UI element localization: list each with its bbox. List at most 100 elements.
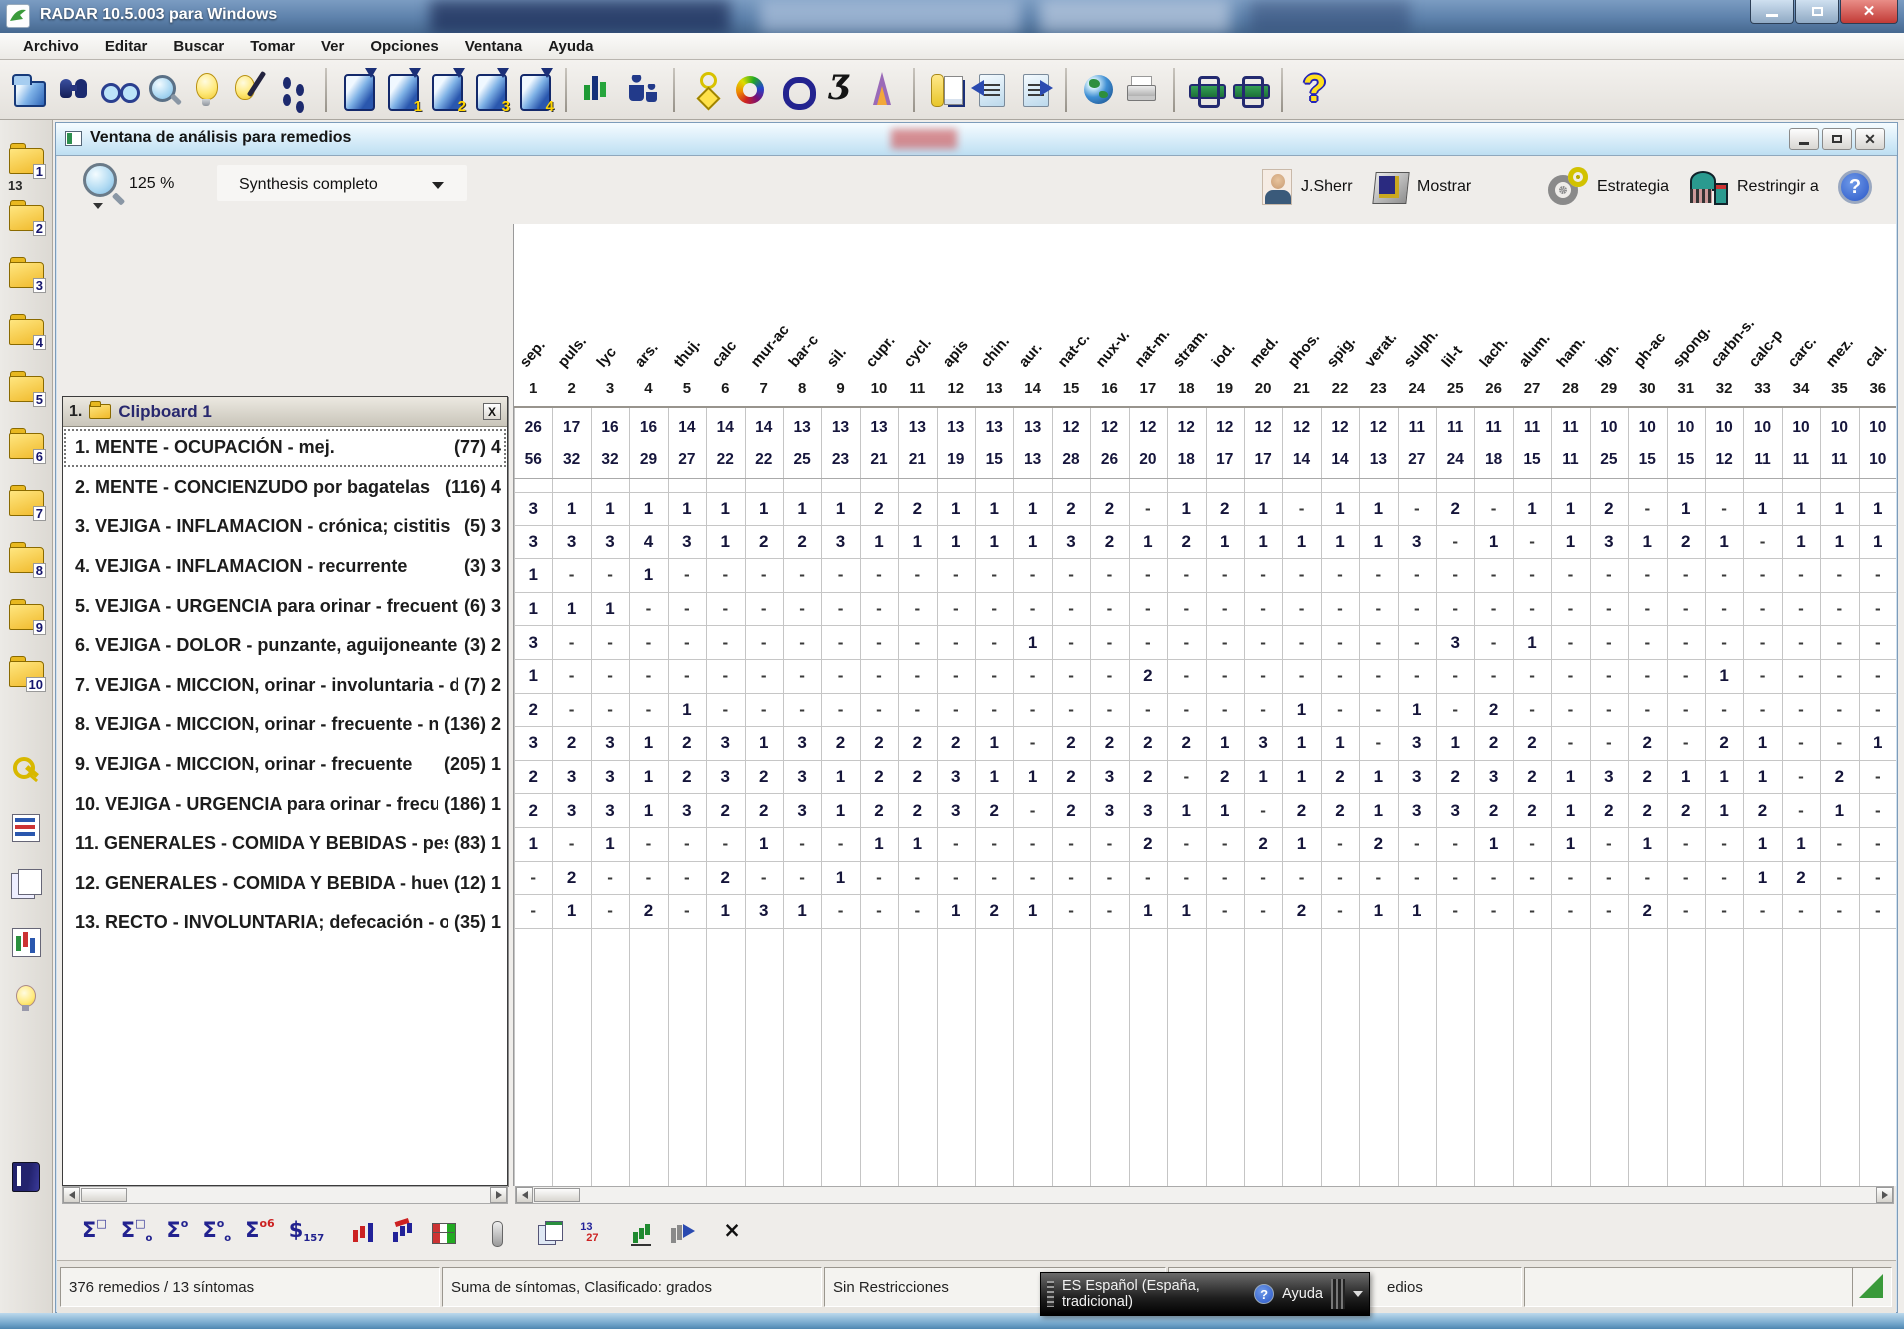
menu-ayuda[interactable]: Ayuda [535,38,606,55]
remedy-header-phos[interactable]: phos. [1283,328,1325,372]
clipboard-folder-8[interactable]: 8 [9,547,43,573]
symptom-item-5[interactable]: 5. VEJIGA - URGENCIA para orinar - frecu… [63,586,507,626]
remedy-header-nat-c[interactable]: nat-c. [1053,328,1095,372]
families-chart-icon[interactable] [391,1220,417,1246]
dram-prescription-icon[interactable] [818,67,858,113]
language-bar[interactable]: ES Español (España, tradicional) ? Ayuda [1040,1272,1370,1316]
remedy-header-ars[interactable]: ars. [630,338,663,372]
chart-sheet-icon[interactable] [9,926,43,958]
pendulum-icon[interactable] [686,67,726,113]
clipboard-folder-5[interactable]: 5 [9,376,43,402]
repertory-selector[interactable]: Synthesis completo [217,165,467,201]
maximize-button[interactable] [1795,0,1839,24]
remedy-header-lil-t[interactable]: lil-t [1437,341,1468,372]
clipboard-folder-6[interactable]: 6 [9,433,43,459]
show-numbers-icon[interactable] [577,1220,603,1246]
binoculars-search-icon[interactable] [54,67,94,113]
restrict-button[interactable]: Restringir a [1688,165,1819,209]
symptom-item-13[interactable]: 13. RECTO - INVOLUNTARIA; defecación - o… [63,903,507,943]
bulb-edit-icon[interactable] [230,67,270,113]
remedy-header-mur-ac[interactable]: mur-ac [745,320,793,372]
symptom-item-7[interactable]: 7. VEJIGA - MICCION, orinar - involuntar… [63,666,507,706]
sum-rubrics-icon[interactable]: Σ□ [82,1218,107,1248]
press-tool-icon[interactable] [1186,67,1226,113]
notebook-icon[interactable] [9,1160,43,1192]
remedy-header-stram[interactable]: stram. [1168,324,1213,372]
clipboard-3-icon[interactable]: 3 [470,67,510,113]
scroll-forward-icon[interactable] [1014,67,1054,113]
internet-globe-icon[interactable] [1078,67,1118,113]
patient-card-icon[interactable] [9,812,43,844]
eyeglasses-browse-icon[interactable] [98,67,138,113]
remedy-header-spong[interactable]: spong. [1667,321,1715,372]
bulb-hint-icon[interactable] [186,67,226,113]
analysis-chart-icon[interactable] [578,67,618,113]
remedy-header-lyc[interactable]: lyc [592,343,621,372]
symptom-list-hscrollbar[interactable] [62,1186,508,1204]
symptom-item-12[interactable]: 12. GENERALES - COMIDA Y BEBIDA - huevos… [63,864,507,904]
symptom-item-6[interactable]: 6. VEJIGA - DOLOR - punzante, aguijonean… [63,626,507,666]
sum-degrees-6-icon[interactable]: Σo6 [245,1218,275,1248]
print-icon[interactable] [1122,67,1162,113]
remedy-header-cycl[interactable]: cycl. [899,333,937,372]
child-minimize-button[interactable] [1789,128,1819,150]
remedy-header-puls[interactable]: puls. [553,332,592,372]
scroll-right-icon[interactable] [1876,1187,1893,1203]
sum-degrees-intensity-icon[interactable]: Σoo [202,1218,231,1248]
expert-analysis-icon[interactable] [670,1220,696,1246]
child-close-button[interactable]: ✕ [1855,128,1885,150]
remedy-header-sil[interactable]: sil. [822,343,851,372]
minimize-button[interactable] [1750,0,1794,24]
footprints-icon[interactable] [274,67,314,113]
menu-ventana[interactable]: Ventana [452,38,536,55]
sum-degrees-icon[interactable]: Σo [166,1218,188,1248]
symptom-item-4[interactable]: 4. VEJIGA - INFLAMACION - recurrente(3) … [63,547,507,587]
remedy-header-sulph[interactable]: sulph. [1398,325,1442,372]
remedy-header-sep[interactable]: sep. [515,336,550,372]
remedy-header-alum[interactable]: alum. [1514,328,1555,372]
close-button[interactable]: ✕ [1840,0,1898,24]
copy-analysis-icon[interactable] [537,1220,563,1246]
clipboard-4-icon[interactable]: 4 [514,67,554,113]
copy-sheets-icon[interactable] [9,869,43,901]
press-tool-2-icon[interactable] [1230,67,1270,113]
close-analysis-icon[interactable]: × [723,1218,741,1248]
remedy-header-apis[interactable]: apis [937,336,972,372]
remedy-header-nux-v[interactable]: nux-v. [1091,326,1135,372]
remedy-header-chin[interactable]: chin. [976,332,1015,372]
lamp-icon[interactable] [9,983,43,1015]
rainbow-materia-icon[interactable] [730,67,770,113]
remedy-header-verat[interactable]: verat. [1360,328,1402,372]
menu-buscar[interactable]: Buscar [160,38,237,55]
child-restore-button[interactable] [1822,128,1852,150]
language-bar-caret-icon[interactable] [1353,1291,1363,1297]
table-colors-icon[interactable] [431,1220,457,1246]
relative-importance-icon[interactable] [351,1220,377,1246]
menu-opciones[interactable]: Opciones [357,38,451,55]
scroll-back-icon[interactable] [970,67,1010,113]
user-button[interactable]: J.Sherr [1262,165,1353,209]
menu-archivo[interactable]: Archivo [10,38,92,55]
remedy-note-icon[interactable] [926,67,966,113]
clipboard-folder-4[interactable]: 4 [9,319,43,345]
ring-icon[interactable] [774,67,814,113]
remedy-header-cal[interactable]: cal. [1859,339,1891,372]
thermometer-icon[interactable] [484,1220,510,1246]
key-icon[interactable] [9,755,43,787]
remedy-header-spig[interactable]: spig. [1322,332,1361,372]
magnifier-icon[interactable] [142,67,182,113]
clipboard-folder-1[interactable]: 1 [9,148,43,174]
scroll-left-icon[interactable] [63,1187,80,1203]
remedy-header-nat-m[interactable]: nat-m. [1130,324,1175,372]
remedy-header-cupr[interactable]: cupr. [861,331,900,372]
grid-hscrollbar[interactable] [515,1186,1894,1204]
symptom-item-3[interactable]: 3. VEJIGA - INFLAMACION - crónica; cisti… [63,507,507,547]
remedy-header-ham[interactable]: ham. [1552,332,1591,372]
clipboard-folder-7[interactable]: 7 [9,490,43,516]
scrollbar-thumb[interactable] [81,1188,127,1202]
remedy-header-ph-ac[interactable]: ph-ac [1629,328,1671,372]
patients-icon[interactable] [622,67,662,113]
symptom-item-2[interactable]: 2. MENTE - CONCIENZUDO por bagatelas(116… [63,468,507,508]
menu-editar[interactable]: Editar [92,38,161,55]
symptom-item-9[interactable]: 9. VEJIGA - MICCION, orinar - frecuente(… [63,745,507,785]
